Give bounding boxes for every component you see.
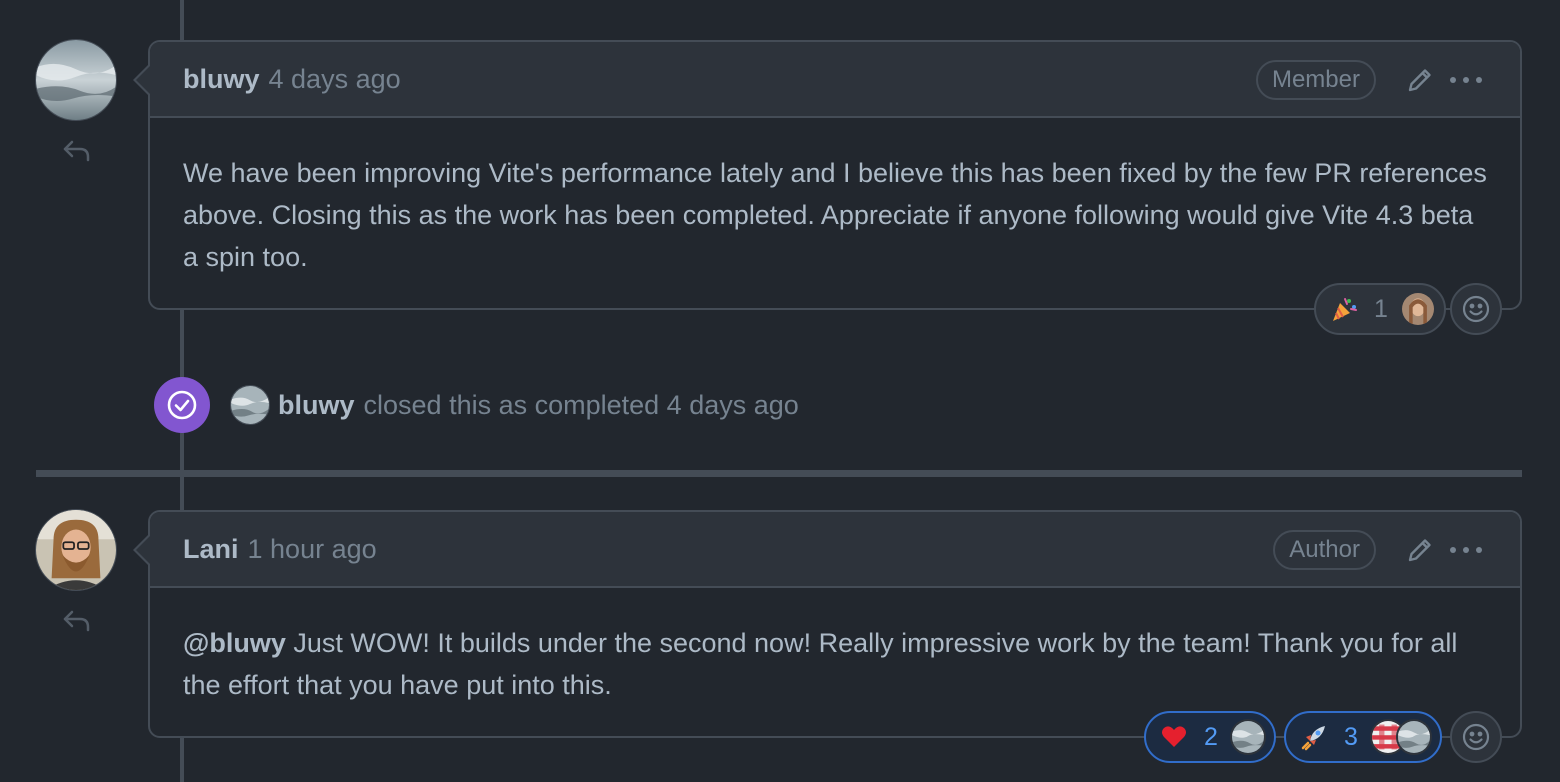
tada-icon [1333,298,1357,321]
comment-text: Just WOW! It builds under the second now… [183,628,1458,700]
pencil-icon[interactable] [1404,534,1436,566]
reactor-avatar [1229,719,1266,755]
comment-body: We have been improving Vite's performanc… [183,158,1487,272]
user-mention[interactable]: @bluwy [183,628,286,658]
more-options-icon[interactable] [1448,534,1484,566]
timeline-line [180,477,184,511]
comment-body: @bluwy Just WOW! It builds under the sec… [150,588,1520,706]
reaction-heart[interactable]: 2 [1144,711,1276,763]
reaction-count: 2 [1204,722,1218,751]
rocket-icon [1301,726,1325,751]
pencil-icon[interactable] [1404,64,1436,96]
comment-author[interactable]: bluwy [183,64,260,95]
reply-icon[interactable] [60,134,92,166]
comment-author[interactable]: Lani [183,534,239,565]
comment-header: Lani 1 hour ago Author [133,512,1520,588]
smiley-icon [1462,295,1490,323]
closed-badge [154,377,210,433]
timeline-line [180,0,184,42]
reactor-avatar [1395,719,1432,755]
heart-icon [1162,726,1186,747]
avatar[interactable] [35,509,117,591]
avatar[interactable] [35,39,117,121]
reply-icon[interactable] [60,604,92,636]
avatar[interactable] [230,385,270,425]
comment-card: Lani 1 hour ago Author @bluwy Just WOW! … [133,510,1522,738]
comment-card: bluwy 4 days ago Member We have been imp… [133,40,1522,310]
reactor-avatar [1399,291,1436,327]
reaction-tada[interactable]: 1 [1314,283,1446,335]
reaction-count: 1 [1374,294,1388,323]
check-circle-icon [167,390,197,420]
timeline-line [180,736,184,782]
event-description: closed this as completed 4 days ago [363,389,799,420]
reaction-rocket[interactable]: 3 [1284,711,1442,763]
timeline-divider [36,470,1522,477]
add-reaction-button[interactable] [1450,283,1502,335]
timeline-event: bluwy closed this as completed 4 days ag… [154,377,799,433]
more-options-icon[interactable] [1448,64,1484,96]
smiley-icon [1462,723,1490,751]
event-actor[interactable]: bluwy [278,390,355,421]
comment-header: bluwy 4 days ago Member [133,42,1520,118]
role-badge: Author [1273,530,1376,570]
role-badge: Member [1255,60,1376,100]
comment-timestamp[interactable]: 4 days ago [269,64,401,95]
reaction-count: 3 [1344,722,1358,751]
add-reaction-button[interactable] [1450,711,1502,763]
comment-timestamp[interactable]: 1 hour ago [248,534,377,565]
